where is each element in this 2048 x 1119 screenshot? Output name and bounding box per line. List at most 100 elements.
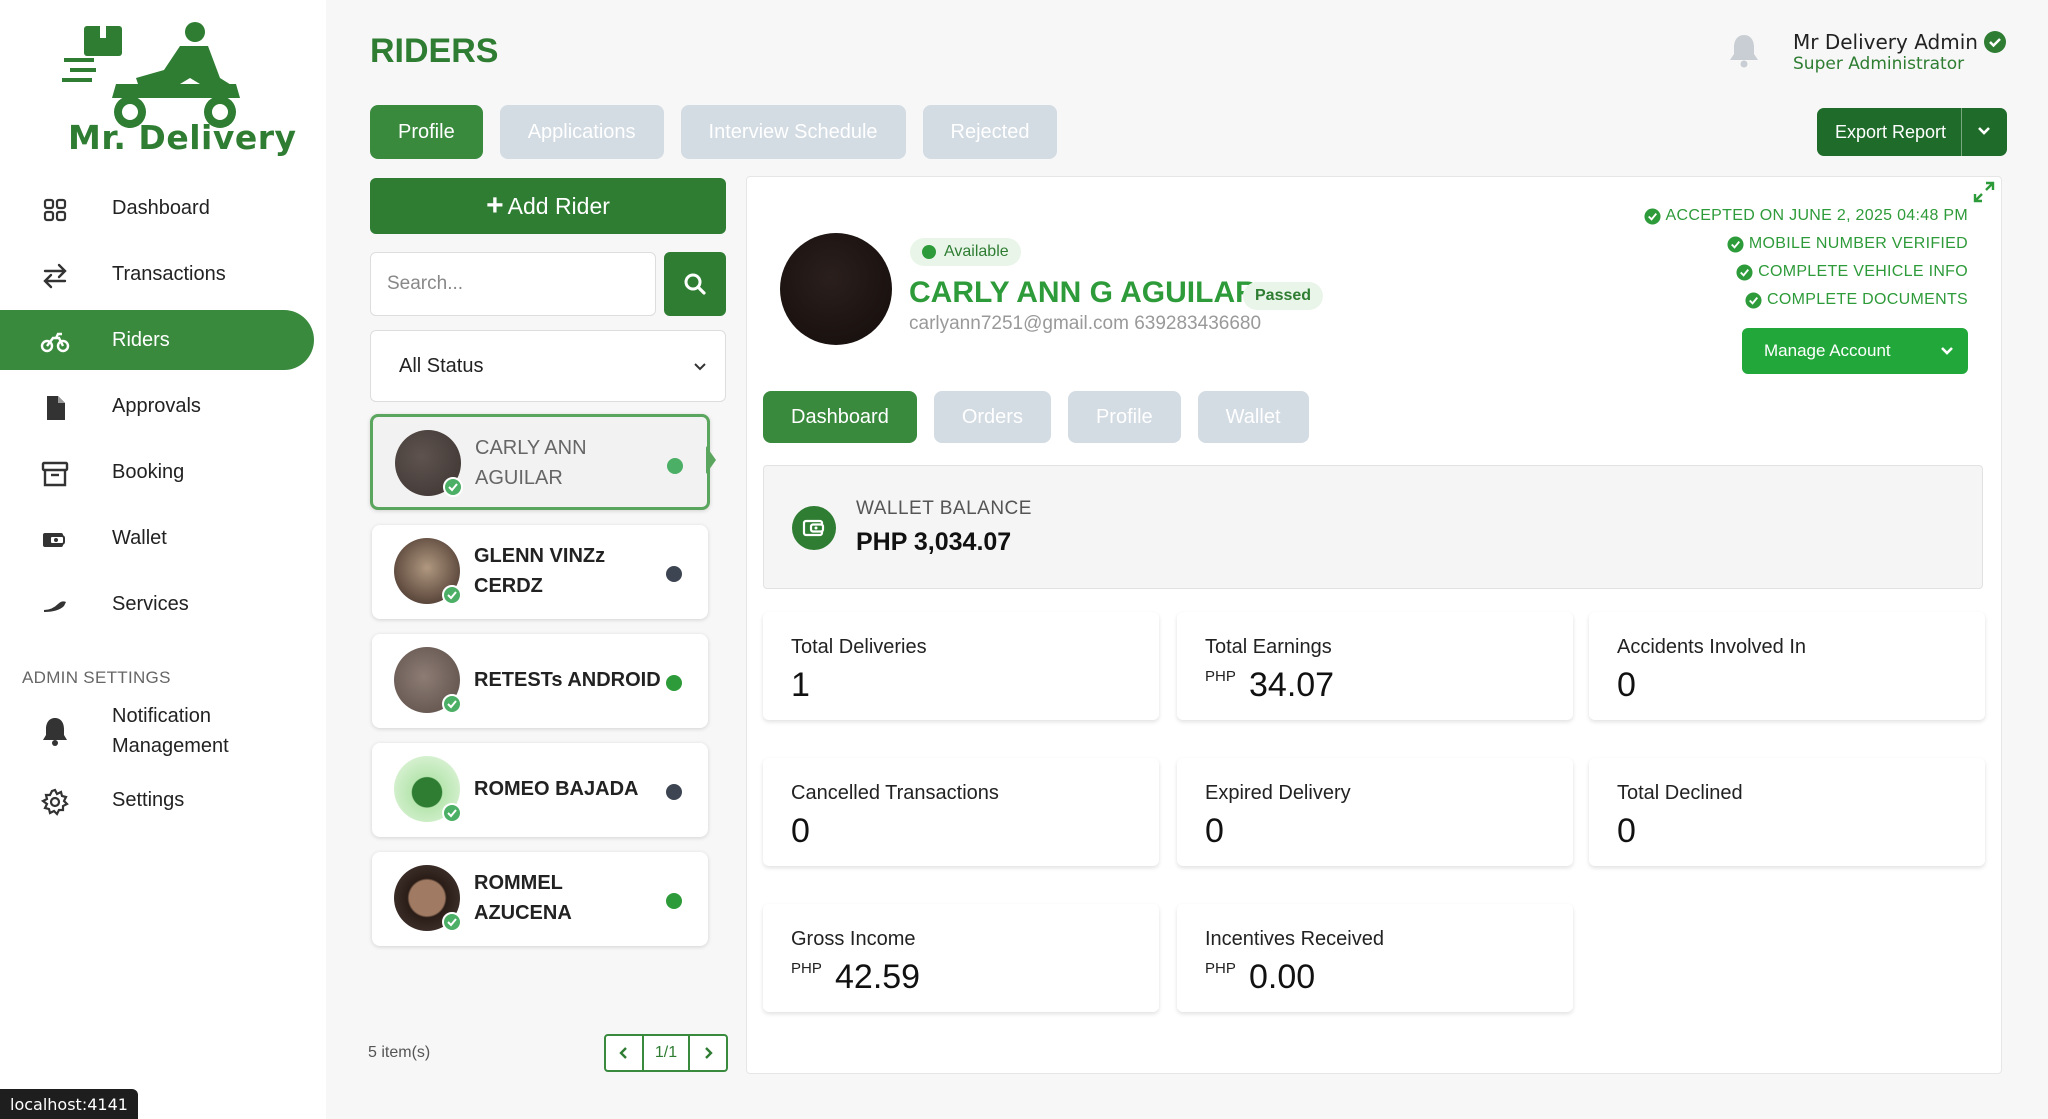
check-circle-icon bbox=[1727, 235, 1744, 253]
sidebar-item-approvals[interactable]: Approvals bbox=[0, 376, 326, 436]
page-indicator: 1/1 bbox=[644, 1034, 688, 1072]
status-dot bbox=[666, 893, 682, 909]
check-circle-icon bbox=[1745, 291, 1762, 309]
status-filter-select[interactable]: All Status bbox=[370, 330, 726, 402]
page-title: RIDERS bbox=[370, 32, 499, 70]
stat-value: 34.07 bbox=[1249, 666, 1335, 704]
sidebar: Mr. Delivery Dashboard Transactions Ride… bbox=[0, 0, 326, 1119]
user-role: Super Administrator bbox=[1793, 54, 1965, 74]
rider-card[interactable]: GLENN VINZz CERDZ bbox=[372, 525, 708, 619]
stat-currency: PHP bbox=[791, 960, 822, 977]
wallet-balance-label: WALLET BALANCE bbox=[856, 498, 1032, 519]
verified-check-icon bbox=[1984, 31, 2006, 53]
stat-cancelled-transactions: Cancelled Transactions 0 bbox=[763, 758, 1159, 866]
sidebar-item-services[interactable]: Services bbox=[0, 574, 326, 634]
selected-indicator bbox=[706, 446, 716, 474]
status-dot bbox=[666, 566, 682, 582]
sidebar-item-notification-management[interactable]: Notification Management bbox=[0, 698, 326, 764]
stat-currency: PHP bbox=[1205, 668, 1236, 685]
stat-value: 42.59 bbox=[835, 958, 921, 996]
sidebar-item-wallet[interactable]: Wallet bbox=[0, 508, 326, 568]
archive-box-icon bbox=[40, 459, 70, 489]
motorcycle-icon bbox=[40, 327, 70, 357]
sidebar-item-label: Dashboard bbox=[112, 196, 210, 219]
check-circle-icon bbox=[1644, 207, 1661, 225]
check-label: COMPLETE VEHICLE INFO bbox=[1758, 263, 1968, 280]
tab-dashboard[interactable]: Dashboard bbox=[763, 391, 917, 443]
check-item: COMPLETE DOCUMENTS bbox=[1644, 286, 1968, 314]
stat-total-deliveries: Total Deliveries 1 bbox=[763, 612, 1159, 720]
check-label: MOBILE NUMBER VERIFIED bbox=[1748, 235, 1968, 252]
stat-label: Total Earnings bbox=[1205, 636, 1332, 658]
stat-value: 0 bbox=[1205, 812, 1224, 850]
verification-checklist: ACCEPTED ON JUNE 2, 2025 04:48 PM MOBILE… bbox=[1644, 202, 1968, 314]
rider-card[interactable]: ROMEO BAJADA bbox=[372, 743, 708, 837]
stat-currency: PHP bbox=[1205, 960, 1236, 977]
manage-account-button[interactable]: Manage Account bbox=[1742, 328, 1968, 374]
tab-rejected[interactable]: Rejected bbox=[922, 105, 1058, 159]
notification-bell-icon[interactable] bbox=[1727, 32, 1761, 68]
add-rider-label: Add Rider bbox=[507, 192, 610, 219]
sidebar-item-dashboard[interactable]: Dashboard bbox=[0, 178, 326, 238]
check-circle-icon bbox=[1736, 263, 1753, 281]
verified-check-icon bbox=[442, 803, 462, 823]
expand-icon[interactable] bbox=[1972, 180, 1996, 204]
export-report-button[interactable]: Export Report bbox=[1817, 108, 2007, 156]
tab-profile[interactable]: Profile bbox=[370, 105, 483, 159]
stat-accidents: Accidents Involved In 0 bbox=[1589, 612, 1985, 720]
sidebar-item-riders[interactable]: Riders bbox=[0, 310, 314, 370]
status-badge: Passed bbox=[1243, 282, 1324, 310]
search-input[interactable] bbox=[370, 252, 656, 316]
status-dot bbox=[666, 784, 682, 800]
verified-check-icon bbox=[442, 912, 462, 932]
pagination: 1/1 bbox=[604, 1034, 728, 1072]
sidebar-item-transactions[interactable]: Transactions bbox=[0, 244, 326, 304]
rider-name: ROMEO BAJADA bbox=[474, 778, 639, 800]
rider-list: CARLY ANN AGUILAR GLENN VINZz CERDZ RETE… bbox=[370, 414, 742, 961]
stat-total-earnings: Total Earnings PHP 34.07 bbox=[1177, 612, 1573, 720]
gear-icon bbox=[40, 787, 70, 817]
chevron-down-icon bbox=[1941, 347, 1953, 355]
sidebar-item-label: Transactions bbox=[112, 262, 226, 285]
admin-settings-heading: ADMIN SETTINGS bbox=[22, 668, 171, 687]
tab-orders[interactable]: Orders bbox=[933, 391, 1051, 443]
sidebar-item-label: Notification Management bbox=[112, 705, 229, 757]
tab-interview-schedule[interactable]: Interview Schedule bbox=[680, 105, 906, 159]
profile-contact: carlyann7251@gmail.com 639283436680 bbox=[909, 313, 1262, 334]
wallet-balance-value: PHP 3,034.07 bbox=[856, 528, 1012, 556]
tab-wallet[interactable]: Wallet bbox=[1197, 391, 1309, 443]
rider-card[interactable]: ROMMEL AZUCENA bbox=[372, 852, 708, 946]
tab-applications[interactable]: Applications bbox=[499, 105, 664, 159]
rider-card[interactable]: CARLY ANN AGUILAR bbox=[370, 414, 710, 510]
chevron-left-icon bbox=[619, 1047, 627, 1059]
sidebar-item-settings[interactable]: Settings bbox=[0, 770, 326, 830]
rider-card[interactable]: RETESTs ANDROID bbox=[372, 634, 708, 728]
check-item: ACCEPTED ON JUNE 2, 2025 04:48 PM bbox=[1644, 202, 1968, 230]
next-page-button[interactable] bbox=[688, 1034, 728, 1072]
check-item: MOBILE NUMBER VERIFIED bbox=[1644, 230, 1968, 258]
rider-name: ROMMEL AZUCENA bbox=[474, 872, 572, 924]
tab-profile-details[interactable]: Profile bbox=[1067, 391, 1181, 443]
search-button[interactable] bbox=[664, 252, 726, 316]
user-name: Mr Delivery Admin bbox=[1793, 30, 1978, 54]
rider-name: RETESTs ANDROID bbox=[474, 669, 661, 691]
stat-label: Incentives Received bbox=[1205, 928, 1384, 950]
check-item: COMPLETE VEHICLE INFO bbox=[1644, 258, 1968, 286]
stat-value: 0.00 bbox=[1249, 958, 1316, 996]
prev-page-button[interactable] bbox=[604, 1034, 644, 1072]
add-rider-button[interactable]: + Add Rider bbox=[370, 178, 726, 234]
profile-tabs: Dashboard Orders Profile Wallet bbox=[763, 391, 1309, 443]
riders-tabs: Profile Applications Interview Schedule … bbox=[370, 105, 1058, 159]
profile-name: CARLY ANN G AGUILAR bbox=[909, 276, 1257, 309]
sidebar-item-booking[interactable]: Booking bbox=[0, 442, 326, 502]
stat-value: 0 bbox=[1617, 666, 1636, 704]
verified-check-icon bbox=[443, 477, 463, 497]
sidebar-item-label: Settings bbox=[112, 788, 185, 811]
sidebar-item-label: Riders bbox=[112, 328, 170, 351]
manage-account-label: Manage Account bbox=[1764, 341, 1891, 360]
search-icon bbox=[684, 273, 706, 295]
document-icon bbox=[40, 393, 70, 423]
wallet-icon bbox=[792, 506, 836, 550]
chevron-down-icon[interactable] bbox=[1975, 122, 1993, 140]
stat-label: Cancelled Transactions bbox=[791, 782, 999, 804]
